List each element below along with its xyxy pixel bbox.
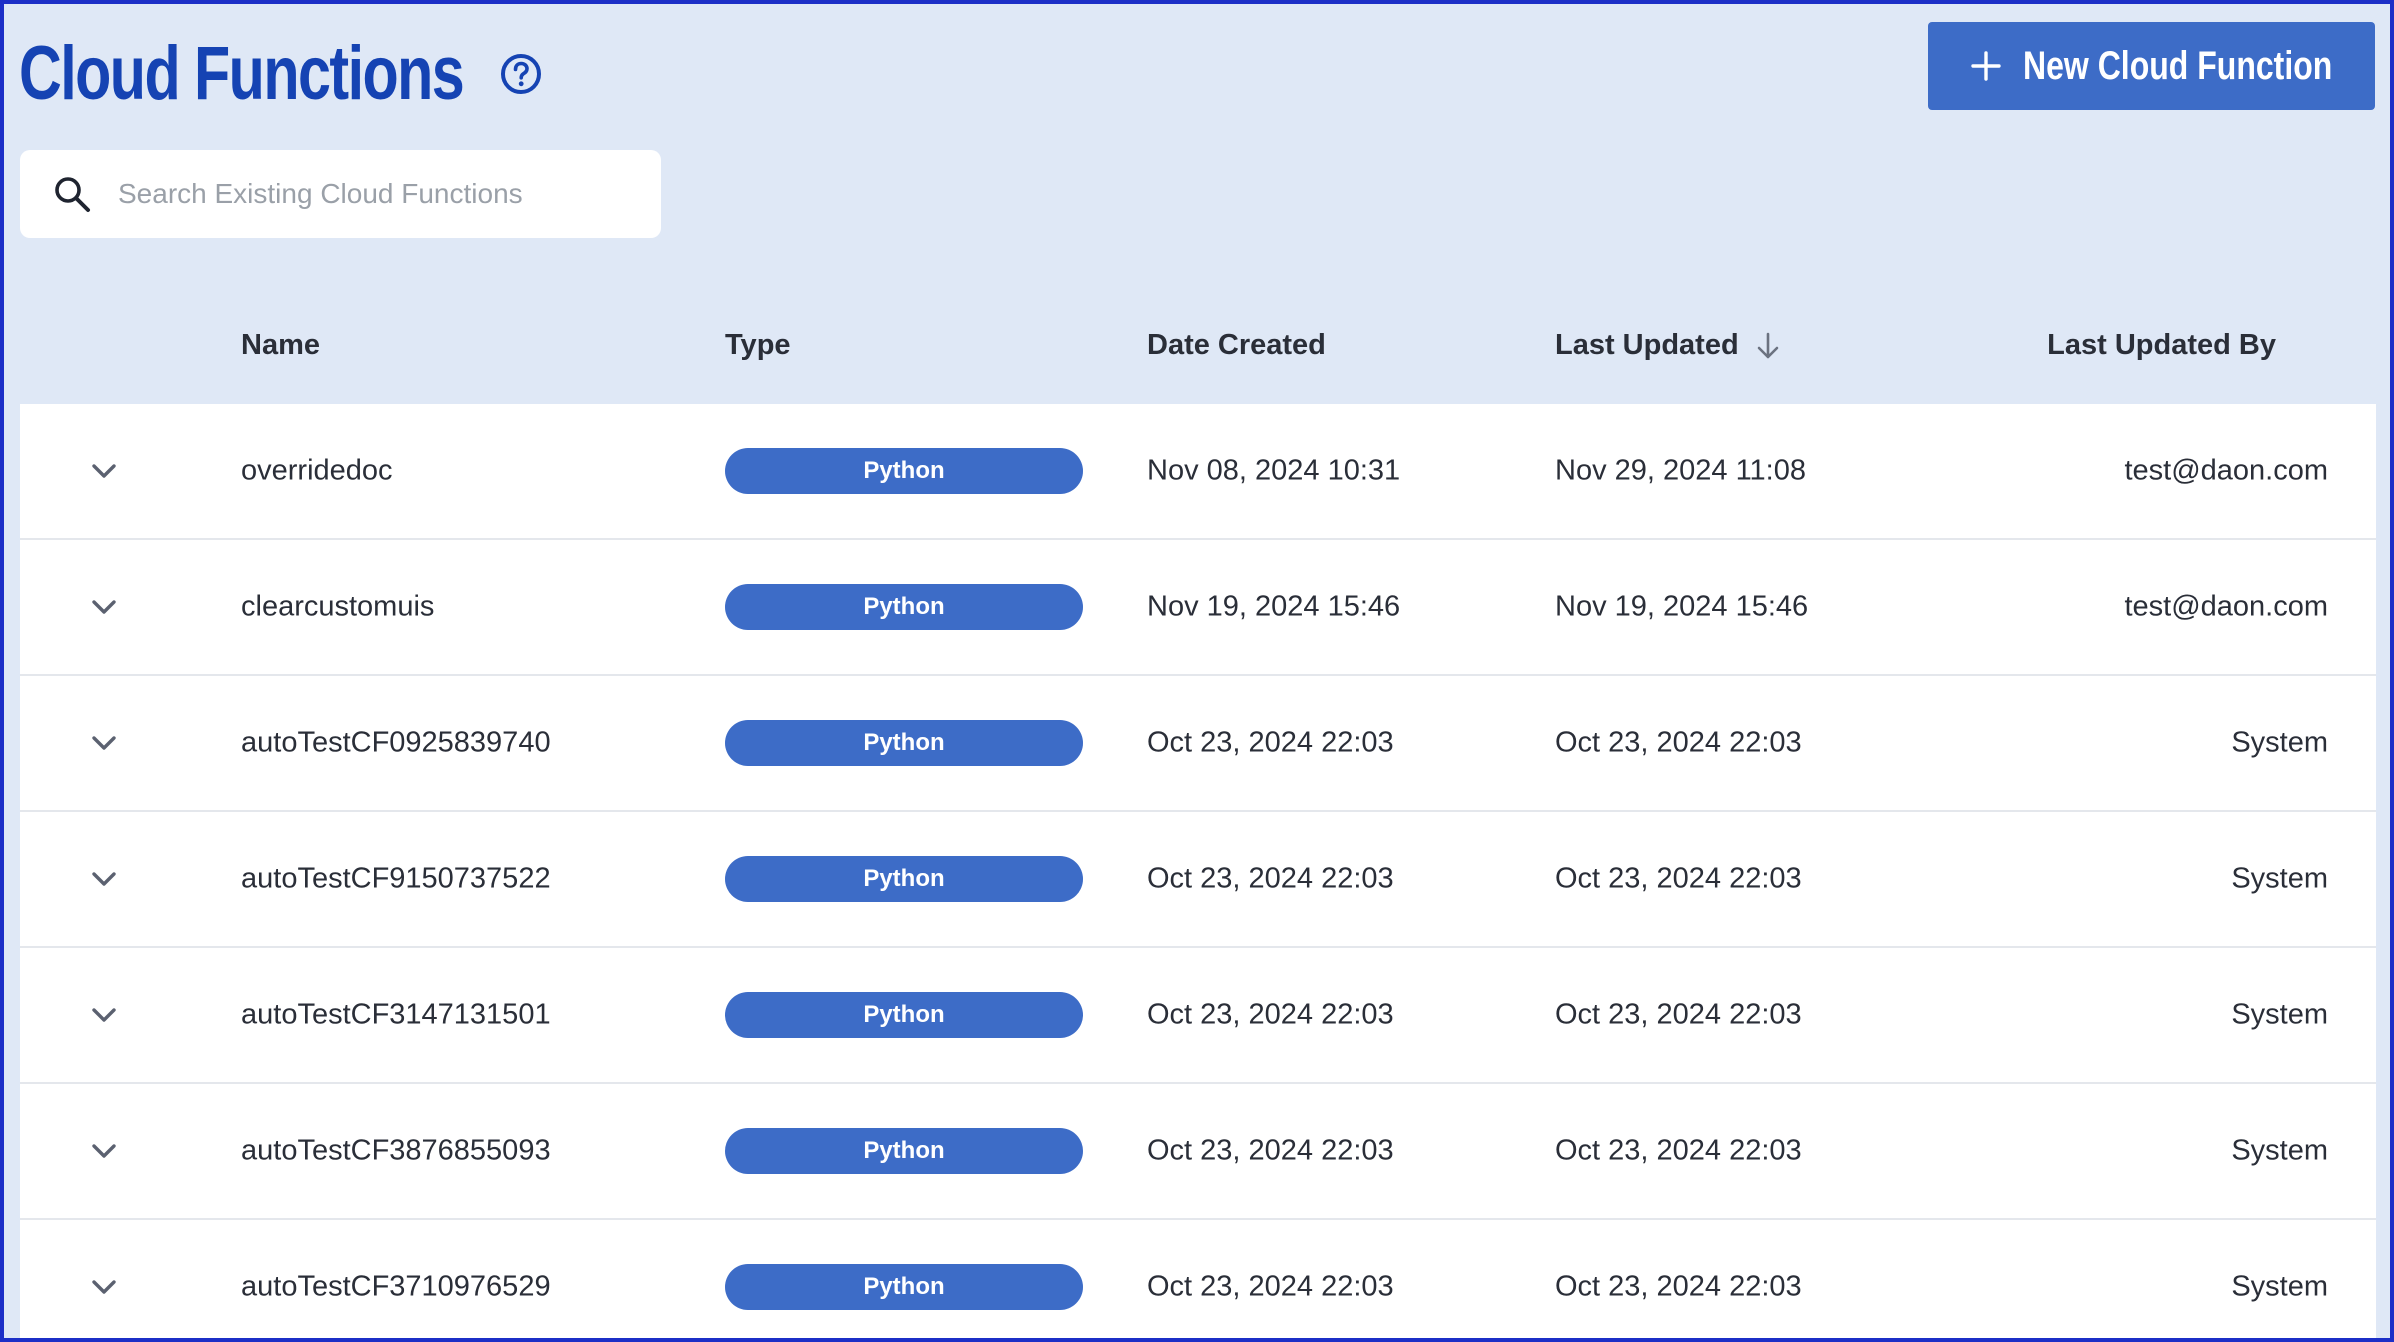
column-header-name-label: Name: [241, 329, 320, 361]
type-badge: Python: [725, 1128, 1083, 1174]
new-cloud-function-label: New Cloud Function: [2022, 43, 2332, 88]
search-input[interactable]: [116, 177, 640, 211]
plus-icon: [1970, 51, 2001, 81]
type-badge: Python: [725, 992, 1083, 1038]
table-body: overridedoc Python Nov 08, 2024 10:31 No…: [20, 404, 2376, 1338]
type-badge: Python: [725, 448, 1083, 494]
last-updated-by: test@daon.com: [2124, 454, 2328, 487]
last-updated: Oct 23, 2024 22:03: [1555, 1134, 1802, 1167]
table-row[interactable]: autoTestCF3876855093 Python Oct 23, 2024…: [20, 1084, 2376, 1220]
chevron-down-icon[interactable]: [88, 1135, 120, 1167]
function-name[interactable]: autoTestCF3147131501: [241, 999, 551, 1032]
table-row[interactable]: autoTestCF0925839740 Python Oct 23, 2024…: [20, 676, 2376, 812]
type-badge: Python: [725, 720, 1083, 766]
table-row[interactable]: autoTestCF9150737522 Python Oct 23, 2024…: [20, 812, 2376, 948]
function-name[interactable]: clearcustomuis: [241, 591, 434, 624]
column-header-last-updated-by[interactable]: Last Updated By: [2047, 329, 2276, 362]
chevron-down-icon[interactable]: [88, 999, 120, 1031]
search-icon: [55, 177, 90, 212]
cloud-functions-table: Name Type Date Created Last Updated Last…: [20, 266, 2376, 1338]
function-name[interactable]: overridedoc: [241, 455, 393, 488]
type-badge: Python: [725, 856, 1083, 902]
chevron-down-icon[interactable]: [88, 727, 120, 759]
chevron-down-icon[interactable]: [88, 863, 120, 895]
date-created: Oct 23, 2024 22:03: [1147, 1134, 1394, 1167]
page-title: Cloud Functions: [19, 31, 465, 116]
table-row[interactable]: autoTestCF3147131501 Python Oct 23, 2024…: [20, 948, 2376, 1084]
column-header-name[interactable]: Name: [241, 329, 320, 362]
last-updated: Oct 23, 2024 22:03: [1555, 862, 1802, 895]
column-header-date-created-label: Date Created: [1147, 329, 1326, 361]
chevron-down-icon[interactable]: [88, 455, 120, 487]
column-header-last-updated-by-label: Last Updated By: [2047, 329, 2276, 361]
column-header-last-updated-label: Last Updated: [1555, 329, 1739, 361]
last-updated-by: System: [2231, 862, 2328, 895]
column-header-type[interactable]: Type: [725, 329, 791, 362]
new-cloud-function-button[interactable]: New Cloud Function: [1928, 22, 2375, 110]
last-updated: Oct 23, 2024 22:03: [1555, 1270, 1802, 1303]
last-updated: Oct 23, 2024 22:03: [1555, 726, 1802, 759]
table-row[interactable]: autoTestCF3710976529 Python Oct 23, 2024…: [20, 1220, 2376, 1338]
date-created: Oct 23, 2024 22:03: [1147, 998, 1394, 1031]
last-updated: Oct 23, 2024 22:03: [1555, 998, 1802, 1031]
column-header-type-label: Type: [725, 329, 791, 361]
help-circle-icon[interactable]: [500, 53, 542, 95]
function-name[interactable]: autoTestCF3710976529: [241, 1271, 551, 1304]
last-updated-by: System: [2231, 998, 2328, 1031]
table-row[interactable]: clearcustomuis Python Nov 19, 2024 15:46…: [20, 540, 2376, 676]
last-updated-by: System: [2231, 1270, 2328, 1303]
date-created: Oct 23, 2024 22:03: [1147, 726, 1394, 759]
table-row[interactable]: overridedoc Python Nov 08, 2024 10:31 No…: [20, 404, 2376, 540]
type-badge: Python: [725, 1264, 1083, 1310]
last-updated-by: test@daon.com: [2124, 590, 2328, 623]
chevron-down-icon[interactable]: [88, 591, 120, 623]
date-created: Nov 19, 2024 15:46: [1147, 590, 1401, 623]
function-name[interactable]: autoTestCF9150737522: [241, 863, 551, 896]
last-updated: Nov 29, 2024 11:08: [1555, 454, 1806, 487]
column-header-last-updated[interactable]: Last Updated: [1555, 329, 1781, 362]
chevron-down-icon[interactable]: [88, 1271, 120, 1303]
table-header: Name Type Date Created Last Updated Last…: [20, 266, 2376, 404]
last-updated-by: System: [2231, 1134, 2328, 1167]
column-header-date-created[interactable]: Date Created: [1147, 329, 1326, 362]
date-created: Oct 23, 2024 22:03: [1147, 1270, 1394, 1303]
date-created: Nov 08, 2024 10:31: [1147, 454, 1401, 487]
arrow-down-icon[interactable]: [1755, 331, 1781, 361]
app-frame: Cloud Functions New Cloud Function Name …: [0, 0, 2394, 1342]
type-badge: Python: [725, 584, 1083, 630]
last-updated: Nov 19, 2024 15:46: [1555, 590, 1809, 623]
function-name[interactable]: autoTestCF0925839740: [241, 727, 551, 760]
last-updated-by: System: [2231, 726, 2328, 759]
date-created: Oct 23, 2024 22:03: [1147, 862, 1394, 895]
search-box[interactable]: [20, 150, 661, 238]
function-name[interactable]: autoTestCF3876855093: [241, 1135, 551, 1168]
